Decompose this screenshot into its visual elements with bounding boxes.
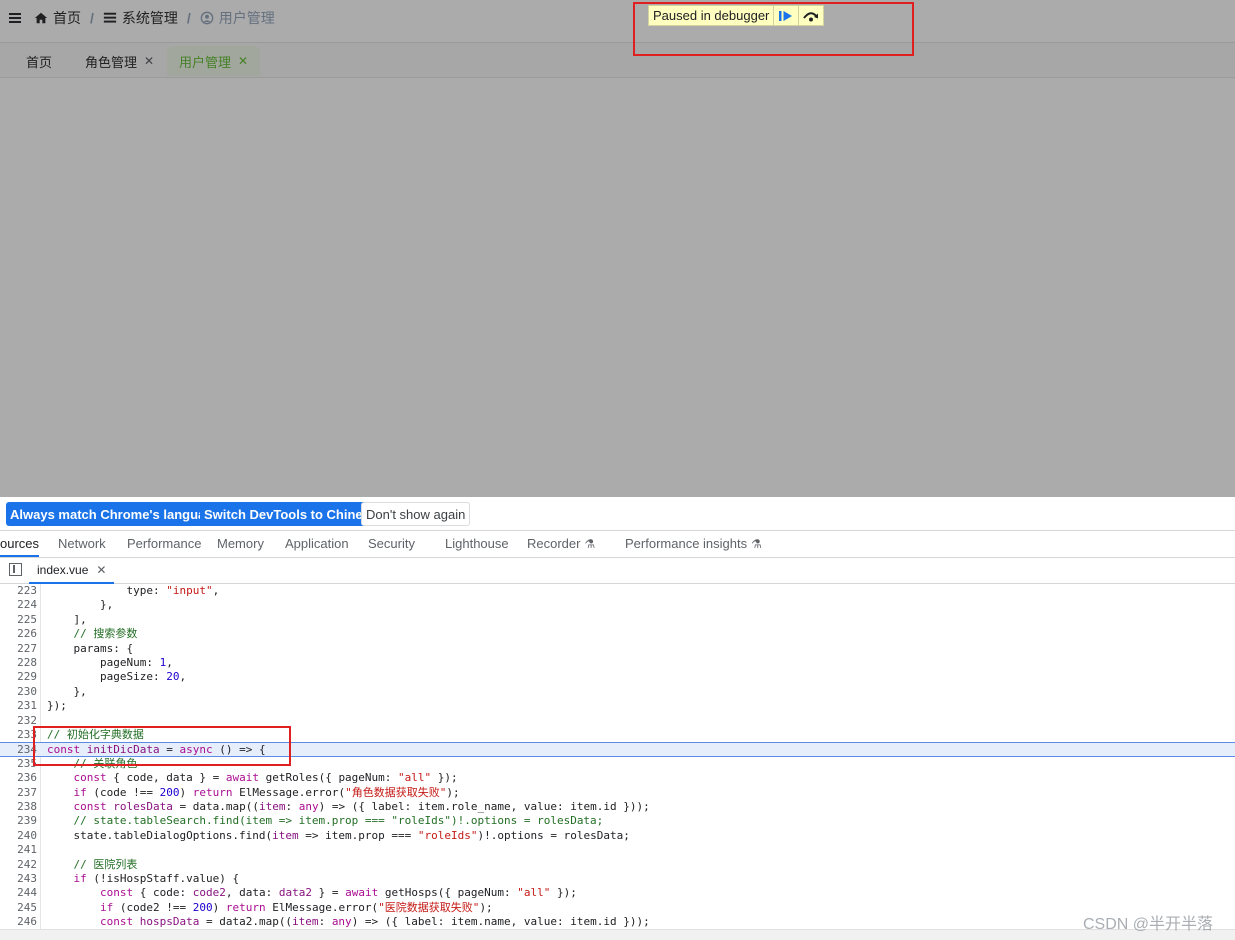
tab-recorder[interactable]: Recorder ⚗	[527, 531, 595, 557]
code-line: 243 if (!isHospStaff.value) {	[0, 872, 1235, 886]
watermark: CSDN @半开半落	[1083, 916, 1214, 933]
line-number[interactable]: 230	[0, 685, 37, 699]
code-line: 224 },	[0, 598, 1235, 612]
line-number[interactable]: 243	[0, 872, 37, 886]
line-number[interactable]: 232	[0, 714, 37, 728]
code-line: 241	[0, 843, 1235, 857]
line-number[interactable]: 242	[0, 858, 37, 872]
code-line: 245 if (code2 !== 200) return ElMessage.…	[0, 901, 1235, 915]
line-number[interactable]: 238	[0, 800, 37, 814]
language-infobar: Always match Chrome's language Switch De…	[0, 497, 1235, 531]
line-number[interactable]: 225	[0, 613, 37, 627]
line-number[interactable]: 240	[0, 829, 37, 843]
horizontal-scrollbar[interactable]	[0, 929, 1235, 940]
devtools-panel: Always match Chrome's language Switch De…	[0, 497, 1235, 940]
line-number[interactable]: 245	[0, 901, 37, 915]
tab-label: Recorder	[527, 536, 581, 551]
code-line: 238 const rolesData = data.map((item: an…	[0, 800, 1235, 814]
file-tab-index-vue[interactable]: index.vue ✕	[29, 558, 115, 584]
code-text: },	[47, 598, 114, 612]
code-line: 242 // 医院列表	[0, 858, 1235, 872]
always-match-language-button[interactable]: Always match Chrome's language	[6, 502, 225, 526]
line-number[interactable]: 228	[0, 656, 37, 670]
editor-file-tabbar: index.vue ✕	[0, 558, 1235, 584]
code-line: 228 pageNum: 1,	[0, 656, 1235, 670]
line-number[interactable]: 227	[0, 642, 37, 656]
flask-icon: ⚗	[584, 537, 596, 551]
highlight-box	[33, 726, 291, 766]
code-text: if (code2 !== 200) return ElMessage.erro…	[99, 900, 493, 914]
tab-application[interactable]: Application	[285, 531, 349, 557]
line-number[interactable]: 246	[0, 915, 37, 929]
dont-show-again-button[interactable]: Don't show again	[361, 502, 471, 526]
line-number[interactable]: 233	[0, 728, 37, 742]
code-text: pageSize: 20,	[47, 670, 187, 684]
tab-security[interactable]: Security	[368, 531, 415, 557]
code-text: // state.tableSearch.find(item => item.p…	[73, 814, 604, 828]
tab-sources[interactable]: ources	[0, 531, 40, 557]
code-line: 226 // 搜索参数	[0, 627, 1235, 641]
code-text: const rolesData = data.map((item: any) =…	[73, 800, 650, 813]
close-icon[interactable]: ✕	[96, 563, 106, 577]
devtools-tabbar: ources Network Performance Memory Applic…	[0, 531, 1235, 558]
toggle-navigator-icon[interactable]	[9, 563, 22, 576]
code-text: const hospsData = data2.map((item: any) …	[99, 915, 650, 929]
line-number[interactable]: 235	[0, 757, 37, 771]
file-tab-label: index.vue	[37, 563, 89, 577]
tab-performance-insights[interactable]: Performance insights ⚗	[625, 531, 762, 557]
code-text: const { code: code2, data: data2 } = awa…	[99, 886, 577, 900]
code-text: // 搜索参数	[73, 627, 138, 641]
debugger-overlay	[0, 0, 1235, 497]
line-number[interactable]: 223	[0, 584, 37, 598]
code-line: 231});	[0, 699, 1235, 713]
code-text: if (!isHospStaff.value) {	[73, 872, 240, 885]
line-number[interactable]: 237	[0, 786, 37, 800]
tab-performance[interactable]: Performance	[127, 531, 201, 557]
tab-lighthouse[interactable]: Lighthouse	[445, 531, 509, 557]
line-number[interactable]: 241	[0, 843, 37, 857]
code-text: type: "input",	[47, 584, 220, 597]
code-line: 237 if (code !== 200) return ElMessage.e…	[0, 786, 1235, 800]
code-line: 240 state.tableDialogOptions.find(item =…	[0, 829, 1235, 843]
line-number[interactable]: 229	[0, 670, 37, 684]
code-text: const { code, data } = await getRoles({ …	[73, 771, 458, 785]
tab-network[interactable]: Network	[58, 531, 106, 557]
code-line: 229 pageSize: 20,	[0, 670, 1235, 684]
code-text: state.tableDialogOptions.find(item => it…	[47, 828, 630, 842]
highlight-box	[633, 2, 914, 56]
line-number[interactable]: 231	[0, 699, 37, 713]
code-line: 246 const hospsData = data2.map((item: a…	[0, 915, 1235, 929]
line-number[interactable]: 234	[0, 743, 37, 757]
code-line: 225 ],	[0, 613, 1235, 627]
code-line: 223 type: "input",	[0, 584, 1235, 598]
line-number[interactable]: 226	[0, 627, 37, 641]
code-text: if (code !== 200) return ElMessage.error…	[73, 785, 460, 799]
code-line: 244 const { code: code2, data: data2 } =…	[0, 886, 1235, 900]
line-number[interactable]: 224	[0, 598, 37, 612]
code-text: },	[47, 684, 87, 698]
line-number[interactable]: 244	[0, 886, 37, 900]
line-number[interactable]: 239	[0, 814, 37, 828]
code-text: pageNum: 1,	[47, 656, 173, 669]
tab-memory[interactable]: Memory	[217, 531, 264, 557]
switch-devtools-chinese-button[interactable]: Switch DevTools to Chinese	[200, 502, 382, 526]
code-text: params: {	[47, 641, 134, 655]
line-number[interactable]: 236	[0, 771, 37, 785]
code-line: 236 const { code, data } = await getRole…	[0, 771, 1235, 785]
code-line: 239 // state.tableSearch.find(item => it…	[0, 814, 1235, 828]
code-text: });	[47, 699, 67, 713]
tab-label: Performance insights	[625, 536, 748, 551]
code-text: ],	[47, 612, 87, 626]
code-text: // 医院列表	[73, 857, 138, 871]
flask-icon: ⚗	[751, 537, 762, 551]
code-line: 230 },	[0, 685, 1235, 699]
code-line: 227 params: {	[0, 642, 1235, 656]
